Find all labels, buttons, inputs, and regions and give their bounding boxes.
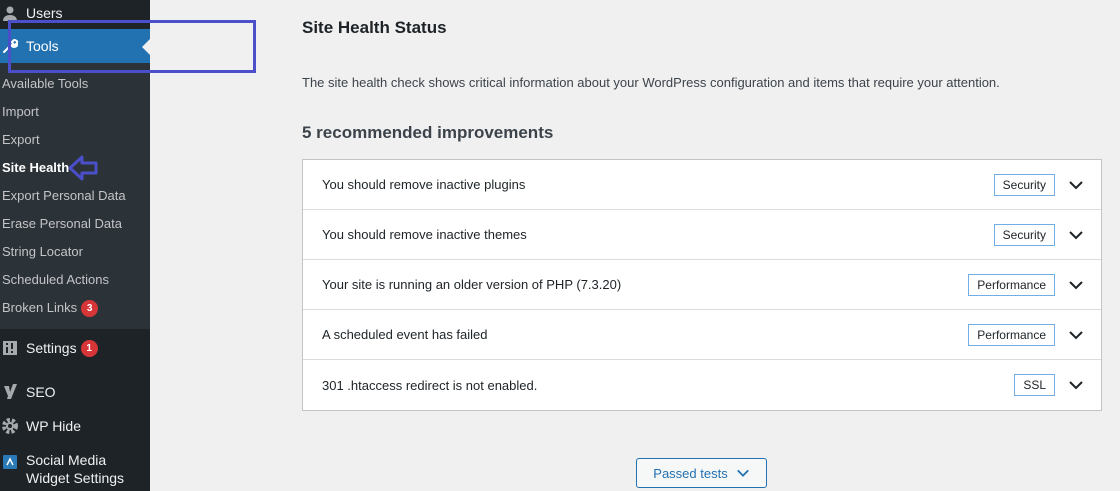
- submenu-label: Site Health: [2, 160, 70, 175]
- issue-category-badge: Security: [993, 173, 1055, 196]
- menu-item-seo-label: SEO: [26, 384, 56, 400]
- issue-title: Your site is running an older version of…: [322, 277, 622, 292]
- passed-tests-button[interactable]: Passed tests: [636, 458, 767, 488]
- chevron-down-icon[interactable]: [1068, 277, 1084, 293]
- submenu-label: Erase Personal Data: [2, 216, 122, 231]
- submenu-export[interactable]: Export: [2, 130, 40, 150]
- issue-title: You should remove inactive plugins: [322, 177, 526, 192]
- submenu-broken-links[interactable]: Broken Links 3: [2, 298, 99, 318]
- page-description: The site health check shows critical inf…: [302, 75, 1000, 90]
- annotation-highlight-box: [8, 20, 256, 73]
- menu-item-wp-hide[interactable]: WP Hide: [0, 415, 150, 437]
- page-title: Site Health Status: [302, 18, 447, 37]
- menu-item-users-label: Users: [26, 5, 63, 21]
- social-label-line2: Widget Settings: [26, 470, 125, 486]
- submenu-label: Broken Links: [2, 300, 78, 315]
- submenu-label: String Locator: [2, 244, 83, 259]
- menu-item-social-media-widget[interactable]: Social Media Widget Settings: [0, 451, 150, 487]
- issue-category-badge: Performance: [968, 323, 1055, 346]
- chevron-down-icon[interactable]: [1068, 377, 1084, 393]
- chevron-down-icon[interactable]: [1068, 177, 1084, 193]
- submenu-label: Export: [2, 132, 40, 147]
- yoast-icon: [0, 382, 20, 402]
- issue-row[interactable]: You should remove inactive plugins Secur…: [303, 160, 1101, 210]
- issues-list: You should remove inactive plugins Secur…: [302, 159, 1102, 411]
- issue-title: 301 .htaccess redirect is not enabled.: [322, 377, 538, 393]
- annotation-arrow-icon: [68, 155, 98, 181]
- social-widget-icon: [0, 452, 20, 472]
- tools-submenu: Available Tools Import Export Site Healt…: [0, 63, 150, 329]
- admin-sidebar: Users Tools Available Tools Import Expor…: [0, 0, 150, 491]
- submenu-string-locator[interactable]: String Locator: [2, 242, 83, 262]
- social-label-line1: Social Media: [26, 452, 107, 468]
- sliders-icon: [0, 338, 20, 358]
- issue-row[interactable]: A scheduled event has failed Performance: [303, 310, 1101, 360]
- chevron-down-icon[interactable]: [1068, 327, 1084, 343]
- submenu-label: Export Personal Data: [2, 188, 126, 203]
- issue-row[interactable]: You should remove inactive themes Securi…: [303, 210, 1101, 260]
- menu-item-settings-label: Settings: [26, 340, 77, 356]
- submenu-label: Available Tools: [2, 76, 89, 91]
- notification-badge: 1: [80, 339, 98, 357]
- recommended-heading: 5 recommended improvements: [302, 123, 554, 142]
- submenu-scheduled-actions[interactable]: Scheduled Actions: [2, 270, 109, 290]
- chevron-down-icon: [736, 469, 749, 477]
- issue-row[interactable]: Your site is running an older version of…: [303, 260, 1101, 310]
- submenu-site-health[interactable]: Site Health: [2, 158, 69, 178]
- menu-item-seo[interactable]: SEO: [0, 381, 150, 403]
- menu-item-social-label: Social Media Widget Settings: [26, 451, 124, 487]
- gear-icon: [0, 416, 20, 436]
- submenu-label: Import: [2, 104, 39, 119]
- submenu-export-personal-data[interactable]: Export Personal Data: [2, 186, 126, 206]
- submenu-available-tools[interactable]: Available Tools: [2, 74, 88, 94]
- submenu-import[interactable]: Import: [2, 102, 39, 122]
- menu-item-wp-hide-label: WP Hide: [26, 418, 81, 434]
- issue-row[interactable]: 301 .htaccess redirect is not enabled. S…: [303, 360, 1101, 410]
- issue-category-badge: Performance: [968, 273, 1055, 296]
- menu-item-settings[interactable]: Settings 1: [0, 337, 150, 359]
- submenu-label: Scheduled Actions: [2, 272, 109, 287]
- notification-badge: 3: [81, 300, 99, 317]
- issue-title: You should remove inactive themes: [322, 227, 527, 242]
- issue-title: A scheduled event has failed: [322, 327, 488, 342]
- passed-tests-label: Passed tests: [653, 465, 728, 481]
- submenu-erase-personal-data[interactable]: Erase Personal Data: [2, 214, 122, 234]
- issue-category-badge: SSL: [1014, 374, 1055, 396]
- chevron-down-icon[interactable]: [1068, 227, 1084, 243]
- issue-category-badge: Security: [993, 223, 1055, 246]
